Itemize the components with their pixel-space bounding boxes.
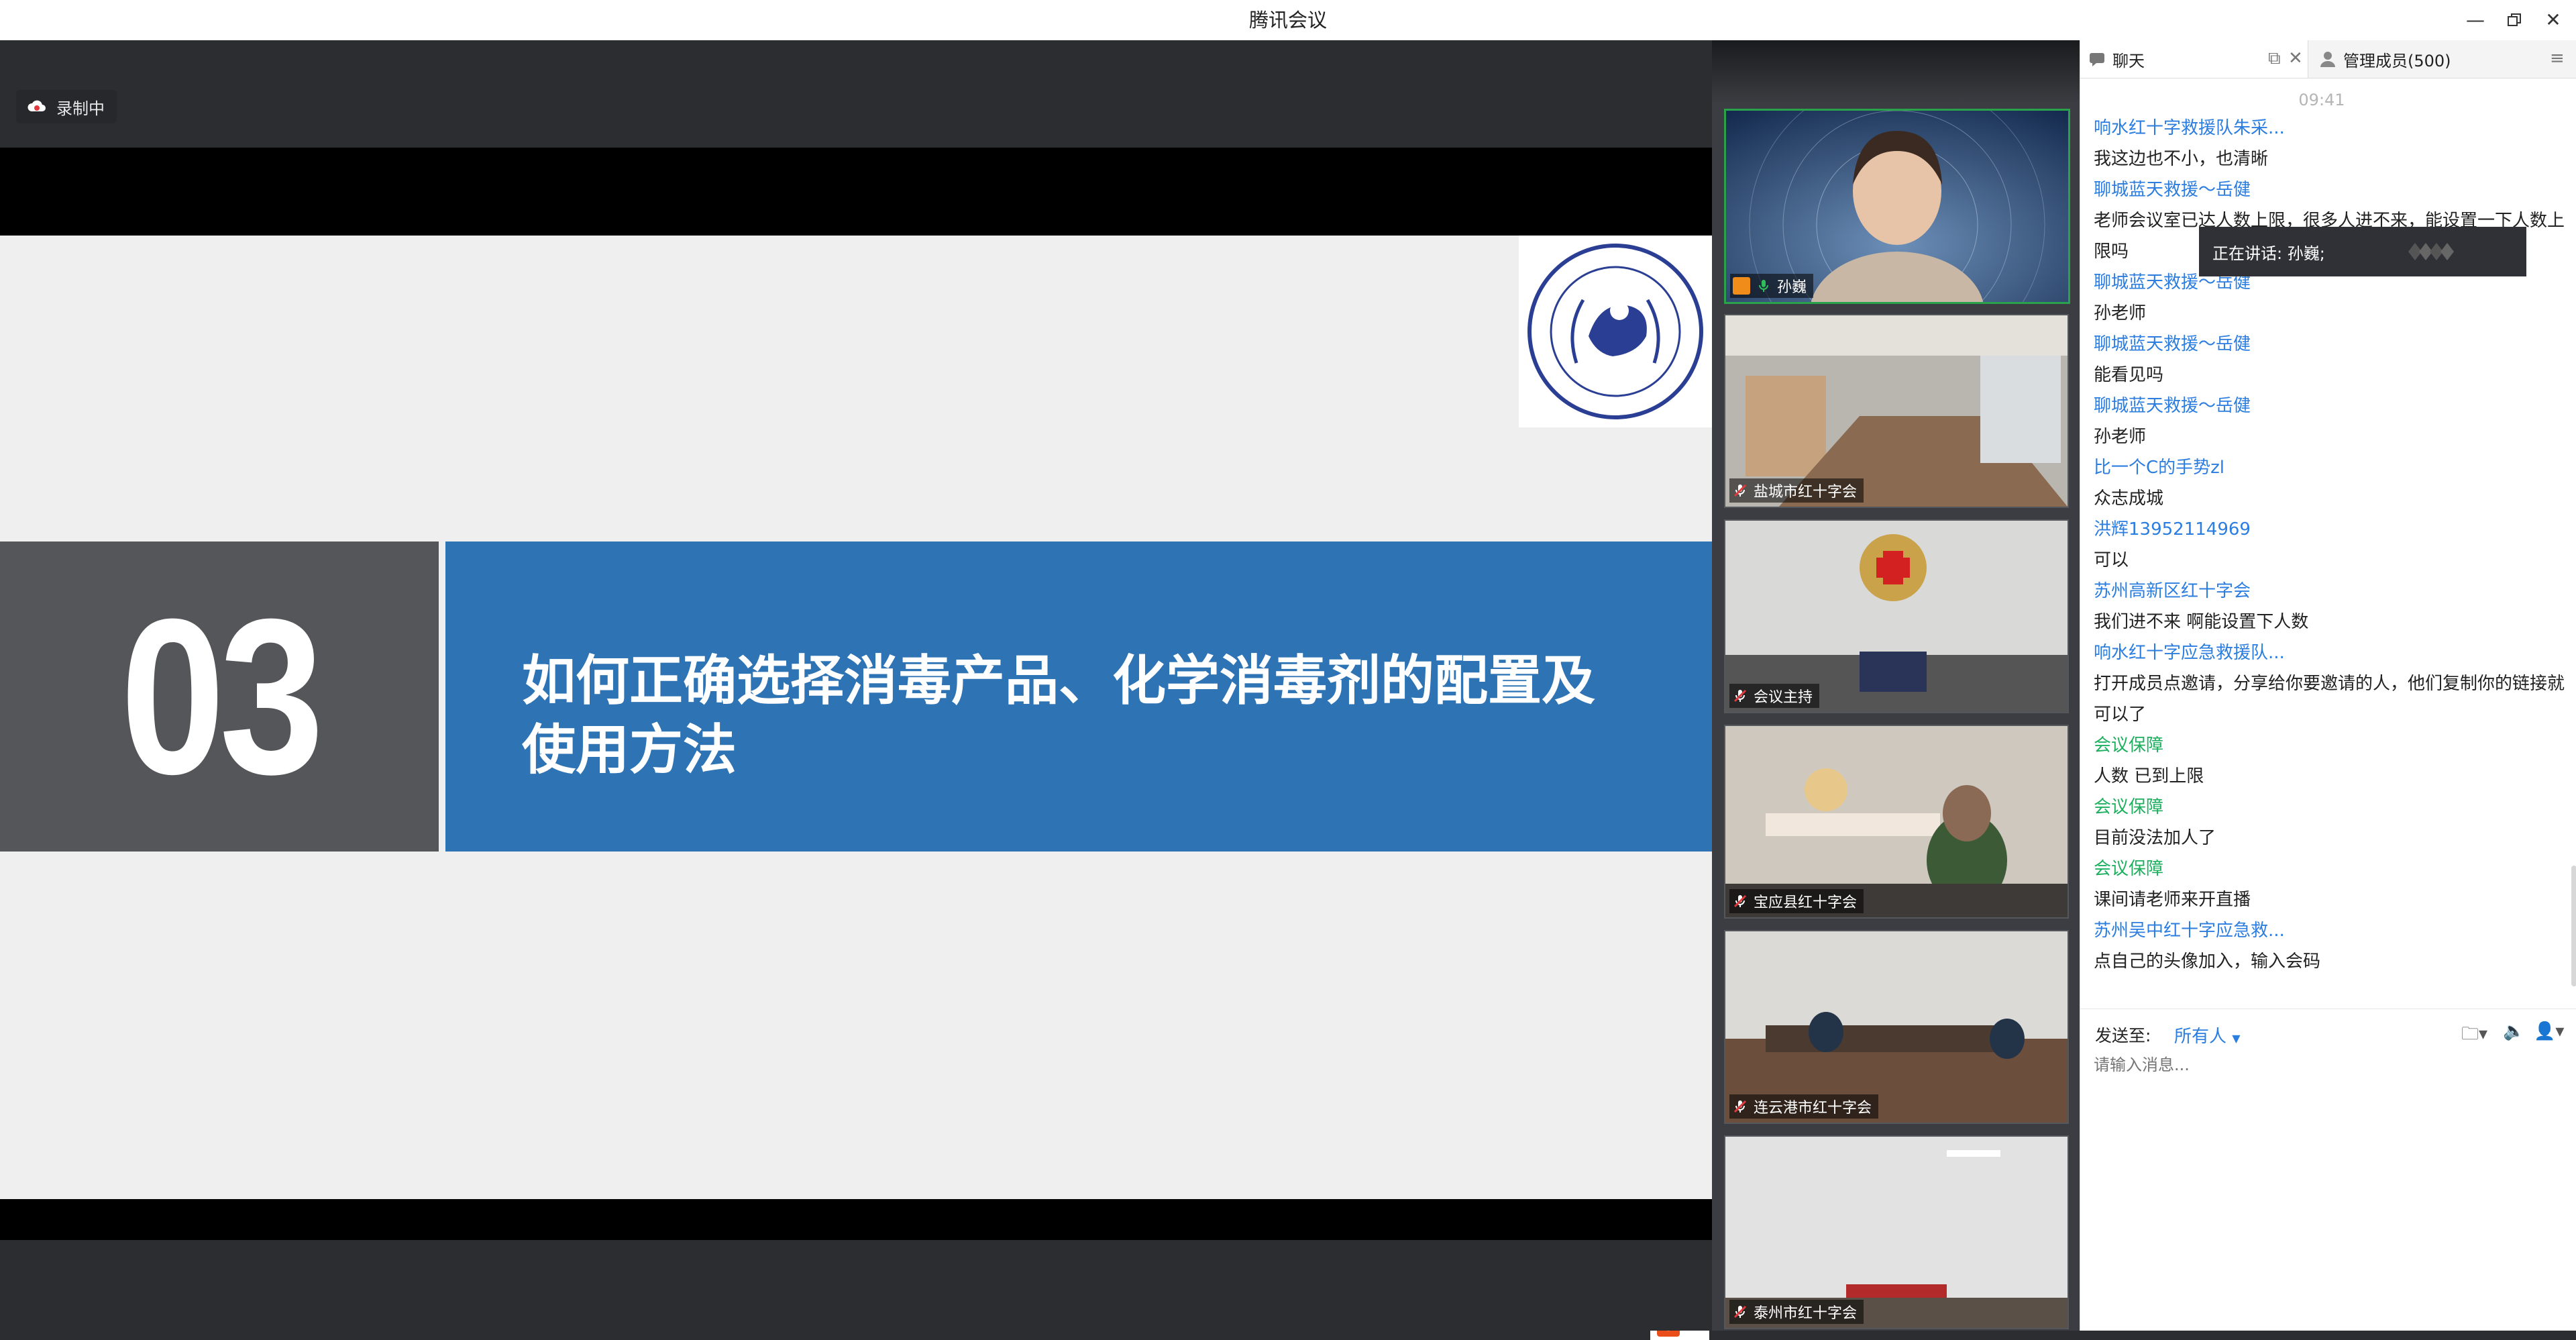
video-tile[interactable]: 盐城市红十字会 bbox=[1724, 314, 2069, 508]
chat-message-text: 能看见吗 bbox=[2094, 365, 2164, 385]
chat-message-text: 可以 bbox=[2094, 550, 2129, 570]
video-tile[interactable]: 泰州市红十字会 bbox=[1724, 1135, 2069, 1329]
close-chat-icon[interactable]: ✕ bbox=[2288, 48, 2303, 68]
chat-sender-name[interactable]: 会议保障 bbox=[2094, 854, 2570, 884]
stage-top-strip: 录制中 bbox=[0, 40, 1712, 148]
mic-muted-icon bbox=[1733, 484, 1747, 497]
shared-screen-area: 录制中 03 如何正确选择消毒产品、化学消毒剂的配置及 使用方法 bbox=[0, 40, 1712, 1340]
send-to-dropdown[interactable]: 所有人 ▼ bbox=[2174, 1023, 2241, 1047]
chat-message-text: 我这边也不小，也清晰 bbox=[2094, 149, 2269, 169]
presentation-slide: 03 如何正确选择消毒产品、化学消毒剂的配置及 使用方法 S bbox=[0, 148, 1712, 1340]
chat-sender-name[interactable]: 响水红十字应急救援队... bbox=[2094, 637, 2570, 668]
title-bar: 腾讯会议 — ✕ bbox=[0, 0, 2576, 41]
chat-message-text: 孙老师 bbox=[2094, 427, 2147, 447]
restore-icon[interactable] bbox=[2501, 7, 2528, 34]
window-title: 腾讯会议 bbox=[1248, 9, 1327, 32]
chat-sender-name[interactable]: 苏州吴中红十字应急救... bbox=[2094, 915, 2570, 946]
video-list-header bbox=[1712, 40, 2080, 104]
chat-timestamp: 09:41 bbox=[2298, 91, 2345, 109]
participant-label: 泰州市红十字会 bbox=[1729, 1300, 1864, 1324]
slide-number: 03 bbox=[120, 572, 324, 820]
chat-message-list[interactable]: 09:41 响水红十字救援队朱采... 我这边也不小，也清晰 聊城蓝天救援～岳健 老师… bbox=[2094, 87, 2570, 977]
mic-muted-icon bbox=[1733, 689, 1747, 703]
chat-message-text: 课间请老师来开直播 bbox=[2094, 890, 2251, 910]
send-to-value: 所有人 bbox=[2174, 1027, 2227, 1047]
participant-name: 宝应县红十字会 bbox=[1754, 894, 1858, 911]
mic-on-icon bbox=[1759, 280, 1768, 292]
chat-bubble-icon bbox=[2090, 53, 2104, 66]
popout-icon[interactable]: ⧉ bbox=[2268, 48, 2281, 69]
chat-message-text: 我们进不来 啊能设置下人数 bbox=[2094, 612, 2309, 632]
chat-message-text: 打开成员点邀请，分享给你要邀请的人，他们复制你的链接就可以了 bbox=[2094, 674, 2565, 725]
chat-sender-name[interactable]: 响水红十字救援队朱采... bbox=[2094, 113, 2570, 144]
mic-muted-icon bbox=[1733, 1305, 1747, 1319]
speaking-text: 正在讲话: 孙巍; bbox=[2212, 244, 2325, 263]
chat-sender-name[interactable]: 聊城蓝天救援～岳健 bbox=[2094, 391, 2570, 421]
participant-name: 连云港市红十字会 bbox=[1754, 1100, 1872, 1117]
close-icon[interactable]: ✕ bbox=[2540, 7, 2567, 34]
participant-label: 会议主持 bbox=[1729, 684, 1820, 708]
chat-tabs: 聊天 ⧉ ✕ 管理成员(500) ≡ bbox=[2080, 40, 2576, 79]
chat-sender-name[interactable]: 聊城蓝天救援～岳健 bbox=[2094, 329, 2570, 360]
host-icon bbox=[1733, 277, 1750, 295]
tab-members-label: 管理成员(500) bbox=[2343, 51, 2451, 70]
tab-members[interactable]: 管理成员(500) bbox=[2310, 40, 2538, 78]
folder-icon[interactable]: 🗀▾ bbox=[2461, 1021, 2487, 1051]
speaking-indicator: 正在讲话: 孙巍; bbox=[2199, 227, 2526, 276]
video-tile[interactable]: 会议主持 bbox=[1724, 519, 2069, 713]
chat-sender-name[interactable]: 会议保障 bbox=[2094, 730, 2570, 761]
participant-label: 宝应县红十字会 bbox=[1729, 889, 1864, 913]
participant-name: 会议主持 bbox=[1754, 689, 1813, 706]
minimize-icon[interactable]: — bbox=[2462, 7, 2489, 34]
participant-video-list[interactable]: 孙巍 盐城市红十字会 会议主持 宝应县红十字会 连云港市红十字会 泰州市红十字会 bbox=[1712, 40, 2080, 1331]
mic-muted-icon bbox=[1733, 1100, 1747, 1113]
chat-sender-name[interactable]: 苏州高新区红十字会 bbox=[2094, 576, 2570, 607]
mic-muted-icon bbox=[1733, 894, 1747, 908]
chat-input[interactable] bbox=[2092, 1055, 2551, 1075]
video-tile[interactable]: 连云港市红十字会 bbox=[1724, 930, 2069, 1124]
member-icon bbox=[2320, 52, 2335, 67]
chat-message-text: 点自己的头像加入，输入会码 bbox=[2094, 951, 2321, 972]
tab-chat-label: 聊天 bbox=[2112, 51, 2145, 70]
stage-bottom-bar bbox=[0, 1240, 1712, 1331]
video-tile-speaker[interactable]: 孙巍 bbox=[1724, 109, 2070, 304]
menu-icon[interactable]: ≡ bbox=[2550, 48, 2565, 68]
slide-canvas: 03 如何正确选择消毒产品、化学消毒剂的配置及 使用方法 bbox=[0, 236, 1712, 1199]
chat-message-text: 众志成城 bbox=[2094, 488, 2164, 509]
chat-sender-name[interactable]: 会议保障 bbox=[2094, 792, 2570, 823]
chat-sender-name[interactable]: 聊城蓝天救援～岳健 bbox=[2094, 174, 2570, 205]
participant-name: 孙巍 bbox=[1777, 279, 1807, 296]
chat-message-text: 孙老师 bbox=[2094, 303, 2147, 323]
slide-title-line2: 使用方法 bbox=[522, 719, 737, 781]
cloud-record-icon bbox=[28, 100, 46, 111]
participant-label: 连云港市红十字会 bbox=[1729, 1094, 1879, 1119]
chat-compose-area: 发送至: 所有人 ▼ 🗀▾ 🔈 👤▾ bbox=[2080, 1009, 2576, 1331]
recording-indicator[interactable]: 录制中 bbox=[16, 90, 117, 123]
participant-label: 盐城市红十字会 bbox=[1729, 478, 1864, 503]
tab-chat[interactable]: 聊天 ⧉ ✕ bbox=[2080, 40, 2308, 78]
speaker-icon[interactable]: 🔈 bbox=[2503, 1021, 2524, 1041]
audio-level-icon bbox=[2408, 243, 2454, 260]
chat-sender-name[interactable]: 比一个C的手势zl bbox=[2094, 452, 2570, 483]
send-to-label: 发送至: bbox=[2095, 1026, 2151, 1045]
participant-name: 泰州市红十字会 bbox=[1754, 1305, 1858, 1322]
chat-message-text: 目前没法加人了 bbox=[2094, 828, 2216, 848]
slide-title-line1: 如何正确选择消毒产品、化学消毒剂的配置及 bbox=[522, 650, 1595, 712]
chat-scrollbar[interactable] bbox=[2571, 866, 2576, 986]
chat-sender-name[interactable]: 洪辉13952114969 bbox=[2094, 514, 2570, 545]
band-divider bbox=[439, 542, 445, 852]
slide-title: 如何正确选择消毒产品、化学消毒剂的配置及 使用方法 bbox=[522, 646, 1676, 784]
participant-label: 孙巍 bbox=[1730, 274, 1814, 298]
video-tile[interactable]: 宝应县红十字会 bbox=[1724, 725, 2069, 919]
recording-label: 录制中 bbox=[56, 99, 105, 118]
chat-message-text: 人数 已到上限 bbox=[2094, 766, 2204, 786]
dropdown-arrow-icon: ▼ bbox=[2232, 1032, 2241, 1045]
mention-user-icon[interactable]: 👤▾ bbox=[2534, 1021, 2564, 1041]
participant-name: 盐城市红十字会 bbox=[1754, 484, 1858, 501]
cdc-logo bbox=[1519, 236, 1712, 427]
